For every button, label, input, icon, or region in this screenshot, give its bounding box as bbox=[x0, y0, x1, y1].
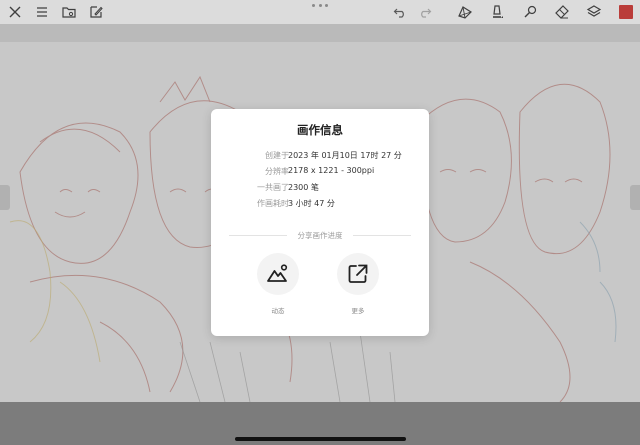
handle-dots[interactable] bbox=[312, 4, 328, 10]
undo-icon[interactable] bbox=[390, 2, 410, 22]
info-row-resolution: 分辨率 2178 x 1221 - 300ppi bbox=[211, 166, 429, 180]
mountain-photo-icon bbox=[267, 264, 288, 282]
artwork-info-dialog: 画作信息 创建于 2023 年 01月10日 17时 27 分 分辨率 2178… bbox=[211, 109, 429, 336]
info-value: 2023 年 01月10日 17时 27 分 bbox=[288, 151, 402, 160]
brush-icon[interactable] bbox=[487, 2, 507, 22]
transform-icon[interactable] bbox=[455, 2, 475, 22]
menu-icon[interactable] bbox=[32, 2, 52, 22]
info-row-duration: 作画耗时 3 小时 47 分 bbox=[211, 198, 429, 212]
info-label: 分辨率 bbox=[265, 167, 289, 176]
info-row-created: 创建于 2023 年 01月10日 17时 27 分 bbox=[211, 150, 429, 164]
home-indicator[interactable] bbox=[235, 437, 406, 441]
share-feed-button[interactable] bbox=[257, 253, 299, 295]
side-tab-right[interactable] bbox=[630, 185, 640, 210]
redo-icon[interactable] bbox=[415, 2, 435, 22]
info-label: 作画耗时 bbox=[257, 199, 289, 208]
info-label: 创建于 bbox=[265, 151, 289, 160]
info-row-strokes: 一共画了 2300 笔 bbox=[211, 182, 429, 196]
external-share-icon bbox=[348, 264, 368, 283]
layers-icon[interactable] bbox=[584, 2, 604, 22]
info-label: 一共画了 bbox=[257, 183, 289, 192]
edit-icon[interactable] bbox=[86, 2, 106, 22]
share-divider: 分享画作进度 bbox=[229, 229, 411, 241]
color-swatch[interactable] bbox=[619, 5, 633, 19]
top-toolbar bbox=[0, 0, 640, 24]
folder-icon[interactable] bbox=[59, 2, 79, 22]
info-value: 2300 笔 bbox=[288, 183, 319, 192]
share-more-button[interactable] bbox=[337, 253, 379, 295]
smudge-icon[interactable] bbox=[520, 2, 540, 22]
info-value: 2178 x 1221 - 300ppi bbox=[288, 166, 375, 175]
dialog-title: 画作信息 bbox=[297, 123, 343, 137]
share-more-label: 更多 bbox=[351, 307, 365, 315]
sub-toolbar bbox=[0, 24, 640, 42]
share-feed-label: 动态 bbox=[271, 307, 285, 315]
info-value: 3 小时 47 分 bbox=[288, 199, 335, 208]
close-icon[interactable] bbox=[5, 2, 25, 22]
eraser-icon[interactable] bbox=[552, 2, 572, 22]
side-tab-left[interactable] bbox=[0, 185, 10, 210]
divider-line bbox=[353, 235, 411, 236]
